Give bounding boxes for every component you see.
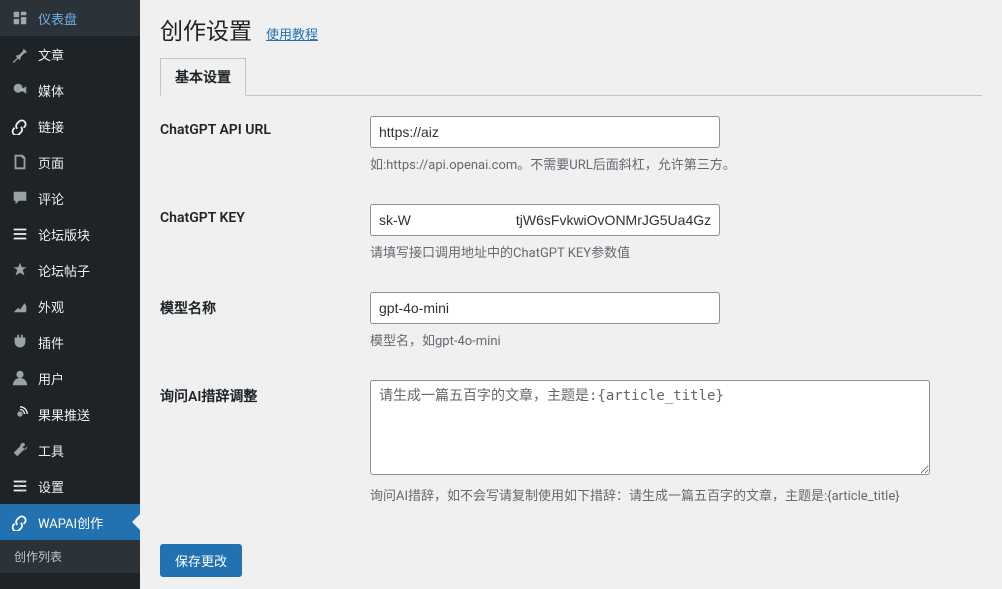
wapai-icon xyxy=(10,512,30,532)
settings-icon xyxy=(10,476,30,496)
sidebar-item-label: 论坛帖子 xyxy=(38,261,90,280)
admin-sidebar: 仪表盘 文章 媒体 链接 页面 评论 论坛版块 论坛帖子 xyxy=(0,0,140,589)
sidebar-item-appearance[interactable]: 外观 xyxy=(0,288,140,324)
sidebar-item-dashboard[interactable]: 仪表盘 xyxy=(0,0,140,36)
sidebar-item-media[interactable]: 媒体 xyxy=(0,72,140,108)
sidebar-item-label: 果果推送 xyxy=(38,405,90,424)
sidebar-item-comments[interactable]: 评论 xyxy=(0,180,140,216)
tutorial-link[interactable]: 使用教程 xyxy=(266,24,318,43)
sidebar-item-push[interactable]: 果果推送 xyxy=(0,396,140,432)
tabs: 基本设置 xyxy=(160,58,982,96)
user-icon xyxy=(10,368,30,388)
media-icon xyxy=(10,80,30,100)
label-model: 模型名称 xyxy=(160,292,370,352)
sidebar-subitem-list[interactable]: 创作列表 xyxy=(0,540,140,573)
desc-api-key: 请填写接口调用地址中的ChatGPT KEY参数值 xyxy=(370,244,930,264)
row-prompt: 询问AI措辞调整 询问AI措辞，如不会写请复制使用如下措辞：请生成一篇五百字的文… xyxy=(160,380,982,507)
settings-form: ChatGPT API URL 如:https://api.openai.com… xyxy=(160,116,982,577)
sidebar-item-label: 论坛版块 xyxy=(38,225,90,244)
label-prompt: 询问AI措辞调整 xyxy=(160,380,370,507)
link-icon xyxy=(10,116,30,136)
input-api-url[interactable] xyxy=(370,116,720,148)
sidebar-submenu: 创作列表 xyxy=(0,540,140,573)
sidebar-item-label: 仪表盘 xyxy=(38,9,77,28)
tools-icon xyxy=(10,440,30,460)
label-api-key: ChatGPT KEY xyxy=(160,204,370,264)
input-model[interactable] xyxy=(370,292,720,324)
forum-icon xyxy=(10,224,30,244)
sidebar-item-label: 文章 xyxy=(38,45,64,64)
page-header: 创作设置 使用教程 xyxy=(160,12,982,46)
input-prompt[interactable] xyxy=(370,380,930,475)
row-api-key: ChatGPT KEY 请填写接口调用地址中的ChatGPT KEY参数值 xyxy=(160,204,982,264)
sidebar-item-forum-posts[interactable]: 论坛帖子 xyxy=(0,252,140,288)
sidebar-item-users[interactable]: 用户 xyxy=(0,360,140,396)
page-icon xyxy=(10,152,30,172)
desc-prompt: 询问AI措辞，如不会写请复制使用如下措辞：请生成一篇五百字的文章，主题是:{ar… xyxy=(370,487,930,507)
sidebar-item-plugins[interactable]: 插件 xyxy=(0,324,140,360)
save-button[interactable]: 保存更改 xyxy=(160,544,242,577)
sidebar-subitem-label: 创作列表 xyxy=(14,548,62,565)
sidebar-item-wapai[interactable]: WAPAI创作 xyxy=(0,504,140,540)
push-icon xyxy=(10,404,30,424)
pin-icon xyxy=(10,44,30,64)
appearance-icon xyxy=(10,296,30,316)
tab-basic[interactable]: 基本设置 xyxy=(160,58,246,96)
sidebar-item-label: 工具 xyxy=(38,441,64,460)
post-icon xyxy=(10,260,30,280)
plugin-icon xyxy=(10,332,30,352)
dashboard-icon xyxy=(10,8,30,28)
sidebar-item-settings[interactable]: 设置 xyxy=(0,468,140,504)
sidebar-item-label: 设置 xyxy=(38,477,64,496)
row-api-url: ChatGPT API URL 如:https://api.openai.com… xyxy=(160,116,982,176)
sidebar-item-label: 外观 xyxy=(38,297,64,316)
sidebar-item-label: 页面 xyxy=(38,153,64,172)
sidebar-item-label: 用户 xyxy=(38,369,64,388)
label-api-url: ChatGPT API URL xyxy=(160,116,370,176)
sidebar-item-pages[interactable]: 页面 xyxy=(0,144,140,180)
sidebar-item-forum-boards[interactable]: 论坛版块 xyxy=(0,216,140,252)
sidebar-item-label: 插件 xyxy=(38,333,64,352)
comment-icon xyxy=(10,188,30,208)
desc-api-url: 如:https://api.openai.com。不需要URL后面斜杠，允许第三… xyxy=(370,156,930,176)
sidebar-item-label: 评论 xyxy=(38,189,64,208)
sidebar-item-posts[interactable]: 文章 xyxy=(0,36,140,72)
row-model: 模型名称 模型名，如gpt-4o-mini xyxy=(160,292,982,352)
page-title: 创作设置 xyxy=(160,12,252,46)
input-api-key[interactable] xyxy=(370,204,720,236)
sidebar-item-tools[interactable]: 工具 xyxy=(0,432,140,468)
sidebar-item-label: 媒体 xyxy=(38,81,64,100)
sidebar-item-label: WAPAI创作 xyxy=(38,513,103,532)
sidebar-item-links[interactable]: 链接 xyxy=(0,108,140,144)
main-content: 创作设置 使用教程 基本设置 ChatGPT API URL 如:https:/… xyxy=(140,0,1002,589)
sidebar-item-label: 链接 xyxy=(38,117,64,136)
desc-model: 模型名，如gpt-4o-mini xyxy=(370,332,930,352)
